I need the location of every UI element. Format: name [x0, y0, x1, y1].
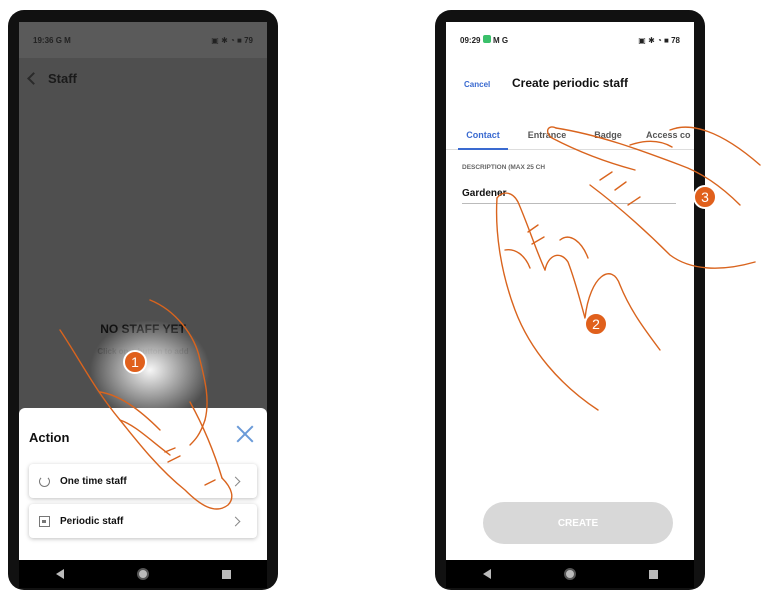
- description-label: DESCRIPTION (MAX 25 CH: [462, 164, 546, 171]
- notification-icon: [482, 35, 491, 43]
- tab-access-control[interactable]: Access co: [646, 126, 694, 149]
- staff-screen: 19:36 G M ▣ ✱ ◔ ■ 79 Staff NO STAFF YET …: [19, 22, 267, 560]
- nav-back-icon[interactable]: [55, 569, 64, 579]
- tab-contact[interactable]: Contact: [458, 126, 508, 150]
- create-periodic-staff-screen: 09:29 M G ▣ ✱ ◔ ■ 78 Cancel Create perio…: [446, 22, 694, 560]
- status-bar: 09:29 M G ▣ ✱ ◔ ■ 78: [446, 22, 694, 58]
- page-title: Staff: [48, 70, 77, 86]
- action-sheet: Action One time staff Periodic staff: [19, 408, 267, 560]
- chevron-right-icon: [230, 516, 241, 526]
- nav-home-icon[interactable]: [136, 568, 149, 580]
- page-title: Create periodic staff: [512, 76, 629, 90]
- app-bar: Cancel Create periodic staff: [446, 68, 694, 98]
- status-left-icons: M G: [492, 36, 509, 45]
- nav-back-icon[interactable]: [482, 569, 491, 579]
- calendar-icon: [39, 515, 50, 527]
- periodic-staff-label: Periodic staff: [60, 515, 124, 527]
- status-bar: 19:36 G M ▣ ✱ ◔ ■ 79: [19, 22, 267, 58]
- periodic-staff-button[interactable]: Periodic staff: [29, 504, 257, 538]
- app-bar: Staff: [19, 58, 267, 98]
- close-icon[interactable]: [235, 424, 255, 444]
- one-time-staff-button[interactable]: One time staff: [29, 464, 257, 498]
- step-badge-2: 2: [584, 312, 608, 336]
- phone-right: 09:29 M G ▣ ✱ ◔ ■ 78 Cancel Create perio…: [435, 10, 705, 590]
- step-badge-3: 3: [693, 185, 717, 209]
- empty-state-title: NO STAFF YET: [100, 322, 186, 336]
- action-sheet-title: Action: [29, 430, 70, 445]
- nav-home-icon[interactable]: [563, 568, 576, 580]
- description-input[interactable]: [462, 184, 676, 204]
- tab-entrance[interactable]: Entrance: [524, 126, 570, 149]
- status-left-icons: G M: [55, 35, 71, 45]
- cancel-button[interactable]: Cancel: [464, 80, 490, 89]
- nav-recent-icon[interactable]: [221, 569, 231, 579]
- status-icons: ▣ ✱ ◔ ■ 79: [211, 35, 253, 45]
- cycle-icon: [39, 475, 50, 487]
- back-chevron-icon[interactable]: [27, 71, 40, 85]
- status-icons: ▣ ✱ ◔ ■ 78: [638, 35, 680, 45]
- tab-badge[interactable]: Badge: [590, 126, 626, 149]
- status-time: 19:36: [33, 35, 54, 45]
- status-time: 09:29: [460, 36, 481, 45]
- chevron-right-icon: [230, 476, 241, 486]
- tab-bar: Contact Entrance Badge Access co: [446, 126, 694, 150]
- step-badge-1: 1: [123, 350, 147, 374]
- android-nav-bar: [19, 560, 267, 588]
- phone-left: 19:36 G M ▣ ✱ ◔ ■ 79 Staff NO STAFF YET …: [8, 10, 278, 590]
- one-time-staff-label: One time staff: [60, 475, 127, 487]
- nav-recent-icon[interactable]: [648, 569, 658, 579]
- android-nav-bar: [446, 560, 694, 588]
- create-button[interactable]: CREATE: [483, 502, 673, 544]
